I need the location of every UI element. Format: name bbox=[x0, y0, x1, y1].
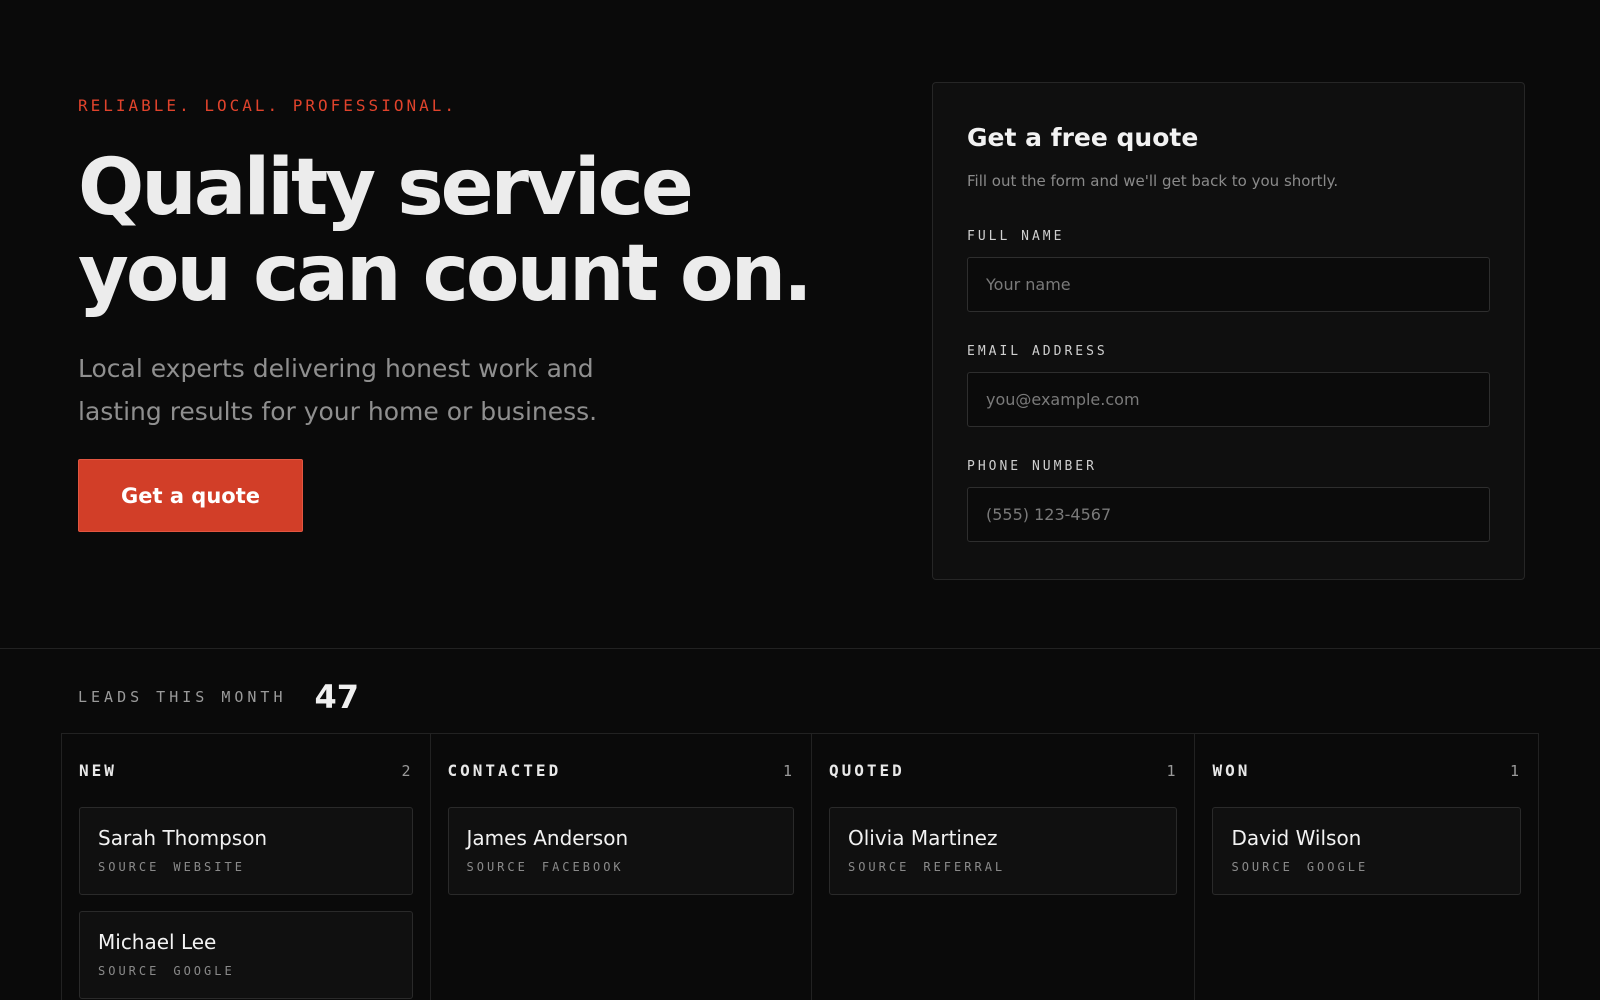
lead-card[interactable]: James Anderson SOURCE FACEBOOK bbox=[447, 807, 794, 895]
email-field-group: EMAIL ADDRESS bbox=[967, 344, 1490, 427]
source-value: GOOGLE bbox=[1306, 860, 1369, 874]
source-label: SOURCE bbox=[98, 860, 160, 874]
lead-name: David Wilson bbox=[1231, 826, 1362, 850]
email-input[interactable] bbox=[967, 372, 1490, 427]
source-label: SOURCE bbox=[466, 860, 528, 874]
source-value: GOOGLE bbox=[173, 964, 235, 978]
column-contacted: CONTACTED 1 James Anderson SOURCE FACEBOO… bbox=[431, 734, 812, 1000]
hero-eyebrow: RELIABLE. LOCAL. PROFESSIONAL. bbox=[78, 96, 457, 115]
source-label: SOURCE bbox=[847, 860, 910, 874]
headline-line-1: Quality service bbox=[78, 143, 694, 233]
full-name-input[interactable] bbox=[967, 257, 1490, 312]
get-quote-button[interactable]: Get a quote bbox=[78, 459, 303, 532]
column-count: 1 bbox=[1509, 761, 1519, 780]
section-divider bbox=[0, 648, 1600, 649]
phone-input[interactable] bbox=[967, 487, 1490, 542]
column-count: 1 bbox=[1166, 761, 1176, 780]
hero-section: RELIABLE. LOCAL. PROFESSIONAL. Quality s… bbox=[78, 96, 858, 532]
source-label: SOURCE bbox=[98, 964, 160, 978]
column-header: WON 1 bbox=[1212, 734, 1521, 807]
column-count: 2 bbox=[401, 761, 411, 780]
column-title: NEW bbox=[79, 761, 117, 780]
leads-count: 47 bbox=[314, 678, 360, 716]
lead-name: Olivia Martinez bbox=[847, 826, 998, 850]
column-header: NEW 2 bbox=[79, 734, 413, 807]
lead-source: SOURCE GOOGLE bbox=[1231, 860, 1502, 874]
lead-card[interactable]: Michael Lee SOURCE GOOGLE bbox=[79, 911, 413, 999]
source-value: FACEBOOK bbox=[541, 860, 624, 874]
email-label: EMAIL ADDRESS bbox=[967, 344, 1108, 359]
lead-card[interactable]: Sarah Thompson SOURCE WEBSITE bbox=[79, 807, 413, 895]
lead-source: SOURCE GOOGLE bbox=[98, 964, 394, 978]
lead-name: Michael Lee bbox=[98, 930, 217, 954]
lead-name: James Anderson bbox=[466, 826, 629, 850]
column-won: WON 1 David Wilson SOURCE GOOGLE bbox=[1195, 734, 1538, 1000]
headline-line-2: you can count on. bbox=[78, 229, 813, 319]
lead-source: SOURCE REFERRAL bbox=[848, 860, 1158, 874]
column-new: NEW 2 Sarah Thompson SOURCE WEBSITE Micha… bbox=[62, 734, 431, 1000]
phone-field-group: PHONE NUMBER bbox=[967, 459, 1490, 542]
source-value: WEBSITE bbox=[173, 860, 245, 874]
lead-card[interactable]: Olivia Martinez SOURCE REFERRAL bbox=[828, 807, 1178, 895]
hero-subhead: Local experts delivering honest work and… bbox=[78, 354, 598, 426]
leads-board: NEW 2 Sarah Thompson SOURCE WEBSITE Micha… bbox=[61, 733, 1539, 1000]
phone-label: PHONE NUMBER bbox=[967, 459, 1097, 474]
quote-form-card: Get a free quote Fill out the form and w… bbox=[932, 82, 1525, 580]
full-name-label: FULL NAME bbox=[967, 229, 1065, 244]
column-count: 1 bbox=[782, 761, 792, 780]
lead-card[interactable]: David Wilson SOURCE GOOGLE bbox=[1212, 807, 1521, 895]
lead-name: Sarah Thompson bbox=[98, 826, 268, 850]
column-title: CONTACTED bbox=[447, 761, 562, 780]
leads-label: LEADS THIS MONTH bbox=[78, 688, 287, 706]
column-header: CONTACTED 1 bbox=[448, 734, 794, 807]
column-title: WON bbox=[1212, 761, 1251, 780]
source-value: REFERRAL bbox=[923, 860, 1006, 874]
hero-headline: Quality service you can count on. bbox=[78, 145, 858, 317]
column-quoted: QUOTED 1 Olivia Martinez SOURCE REFERRAL bbox=[812, 734, 1196, 1000]
quote-form-title: Get a free quote bbox=[967, 123, 1199, 152]
full-name-field-group: FULL NAME bbox=[967, 229, 1490, 312]
source-label: SOURCE bbox=[1231, 860, 1293, 874]
leads-summary: LEADS THIS MONTH 47 bbox=[78, 678, 359, 716]
quote-form-subtitle: Fill out the form and we'll get back to … bbox=[967, 172, 1339, 190]
lead-source: SOURCE FACEBOOK bbox=[467, 860, 775, 874]
column-title: QUOTED bbox=[828, 761, 905, 780]
column-header: QUOTED 1 bbox=[829, 734, 1177, 807]
lead-source: SOURCE WEBSITE bbox=[98, 860, 394, 874]
